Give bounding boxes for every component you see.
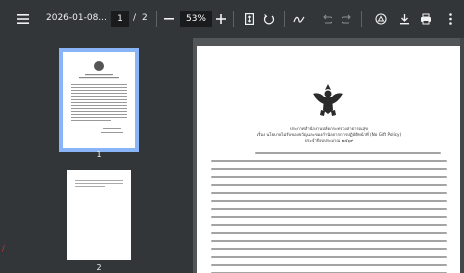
document-page-1: ประกาศสำนักงานปลัดกระทรวงสาธารณสุข เรื่อ… (197, 46, 461, 273)
vertical-scrollbar[interactable] (460, 38, 464, 273)
text-line (211, 256, 447, 258)
toolbar-divider (233, 11, 234, 27)
zoom-in-icon[interactable] (214, 12, 228, 26)
text-line (211, 208, 447, 210)
toolbar-divider (156, 11, 157, 27)
text-line (211, 216, 447, 218)
zoom-out-icon[interactable] (162, 12, 176, 26)
total-pages: 2 (142, 13, 148, 23)
rotate-icon[interactable] (262, 12, 276, 26)
print-icon[interactable] (419, 12, 433, 26)
text-line (211, 160, 447, 162)
document-viewer[interactable]: ประกาศสำนักงานปลัดกระทรวงสาธารณสุข เรื่อ… (193, 38, 464, 273)
text-line (211, 168, 447, 170)
download-icon[interactable] (397, 12, 411, 26)
text-line (211, 240, 447, 242)
thumbnail-sidebar: 1 2 / (0, 38, 193, 273)
margin-mark: / (2, 244, 5, 253)
sign-icon[interactable] (374, 12, 388, 26)
toolbar-divider (361, 11, 362, 27)
text-line (211, 184, 447, 186)
text-line (211, 224, 447, 226)
more-vert-icon[interactable] (443, 12, 457, 26)
page-thumbnail-1[interactable] (59, 48, 139, 152)
thumbnail-2-label: 2 (96, 263, 102, 272)
text-line (255, 152, 441, 154)
text-line (211, 192, 447, 194)
undo-icon[interactable] (319, 12, 333, 26)
pdf-toolbar: 2026-01-08... 1 / 2 53% (0, 0, 464, 38)
text-line (211, 248, 447, 250)
text-line (211, 176, 447, 178)
text-line (211, 232, 447, 234)
document-title: 2026-01-08... (46, 13, 107, 23)
text-line (211, 200, 447, 202)
zoom-level-input[interactable]: 53% (180, 11, 212, 27)
page-separator: / (133, 13, 137, 23)
hamburger-menu-icon[interactable] (16, 12, 30, 26)
thumbnail-2-preview (75, 180, 123, 187)
text-line (211, 264, 447, 266)
thumbnail-1-label: 1 (96, 150, 102, 159)
page-thumbnail-2[interactable] (67, 170, 131, 260)
draw-pen-icon[interactable] (292, 12, 306, 26)
thumbnail-1-preview (71, 61, 127, 133)
toolbar-divider (284, 11, 285, 27)
fit-page-icon[interactable] (242, 12, 256, 26)
page-number-input[interactable]: 1 (111, 11, 129, 27)
garuda-emblem-icon (313, 84, 343, 116)
redo-icon[interactable] (340, 12, 354, 26)
document-heading-3: ประจำปีงบประมาณ ๒๕๖๙ (304, 138, 354, 143)
